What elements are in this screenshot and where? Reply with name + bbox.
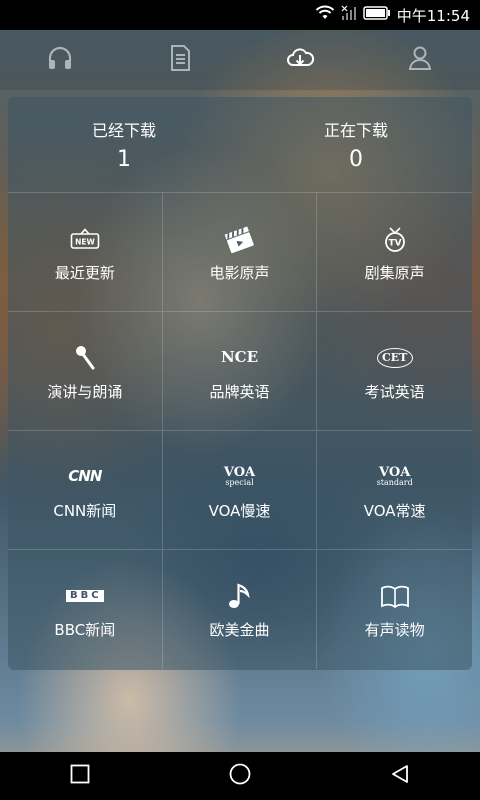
new-badge-icon: NEW (70, 222, 100, 256)
category-label: 演讲与朗诵 (47, 382, 123, 401)
category-label: VOA慢速 (208, 501, 271, 520)
top-tab-bar (0, 30, 480, 90)
bbc-logo-icon: BBC (66, 579, 104, 613)
tab-profile[interactable] (390, 30, 450, 90)
microphone-icon (73, 341, 97, 375)
voa-special-logo-icon: VOA special (223, 465, 256, 487)
category-label: 品牌英语 (209, 382, 270, 401)
category-label: 电影原声 (209, 263, 270, 282)
category-label: BBC新闻 (54, 621, 116, 639)
downloading-label: 正在下载 (323, 121, 388, 140)
wifi-icon (315, 5, 335, 25)
svg-text:TV: TV (388, 238, 401, 248)
category-recent-updates[interactable]: NEW 最近更新 (8, 193, 163, 312)
tab-listen[interactable] (30, 30, 90, 90)
open-book-icon (380, 579, 410, 613)
category-brand-english[interactable]: NCE 品牌英语 (162, 312, 318, 431)
category-label: 有声读物 (364, 621, 425, 639)
download-panel: 已经下载 1 正在下载 0 NEW 最近更新 电影原声 TV 剧集原声 演讲与朗… (8, 97, 472, 670)
user-icon (405, 43, 435, 77)
category-cnn-news[interactable]: CNN CNN新闻 (8, 431, 163, 550)
circle-icon (228, 762, 252, 790)
document-icon (165, 43, 195, 77)
home-button[interactable] (210, 752, 270, 800)
svg-text:NEW: NEW (75, 237, 95, 246)
tab-download[interactable] (270, 30, 330, 90)
category-movie-soundtracks[interactable]: 电影原声 (162, 193, 318, 312)
triangle-back-icon (389, 763, 411, 789)
downloading-section[interactable]: 正在下载 0 (240, 97, 472, 192)
headphones-icon (45, 43, 75, 77)
category-voa-standard[interactable]: VOA standard VOA常速 (317, 431, 472, 550)
recent-apps-button[interactable] (50, 752, 110, 800)
cet-logo-icon: CET (376, 341, 413, 375)
downloading-count: 0 (349, 147, 363, 172)
music-note-icon (226, 579, 252, 613)
category-audiobooks[interactable]: 有声读物 (317, 550, 472, 669)
category-label: 欧美金曲 (209, 621, 270, 639)
system-nav-bar (0, 752, 480, 800)
status-bar: 中午11:54 (0, 0, 480, 30)
download-summary: 已经下载 1 正在下载 0 (8, 97, 472, 193)
clapperboard-icon (222, 222, 256, 256)
cnn-logo-icon: CNN (68, 467, 102, 485)
category-label: VOA常速 (363, 501, 426, 520)
category-speeches[interactable]: 演讲与朗诵 (8, 312, 163, 431)
cloud-download-icon (285, 43, 315, 77)
category-western-hits[interactable]: 欧美金曲 (163, 550, 318, 669)
tv-icon: TV (382, 222, 408, 256)
downloaded-label: 已经下载 (91, 121, 156, 140)
signal-icon (341, 5, 357, 25)
category-label: 剧集原声 (364, 263, 425, 282)
status-time: 中午11:54 (396, 6, 470, 25)
nce-logo-icon: NCE (220, 348, 259, 366)
downloaded-section[interactable]: 已经下载 1 (8, 97, 240, 192)
category-grid: NEW 最近更新 电影原声 TV 剧集原声 演讲与朗诵 NCE 品牌英语 CET… (8, 193, 472, 669)
category-exam-english[interactable]: CET 考试英语 (317, 312, 472, 431)
category-label: 考试英语 (364, 382, 425, 401)
category-bbc-news[interactable]: BBC BBC新闻 (8, 550, 163, 669)
voa-standard-logo-icon: VOA standard (376, 465, 413, 487)
category-voa-slow[interactable]: VOA special VOA慢速 (162, 431, 318, 550)
square-icon (69, 763, 91, 789)
back-button[interactable] (370, 752, 430, 800)
battery-icon (363, 6, 391, 24)
category-tv-soundtracks[interactable]: TV 剧集原声 (317, 193, 472, 312)
category-label: 最近更新 (54, 263, 115, 282)
tab-articles[interactable] (150, 30, 210, 90)
downloaded-count: 1 (117, 147, 131, 172)
category-label: CNN新闻 (53, 501, 117, 520)
